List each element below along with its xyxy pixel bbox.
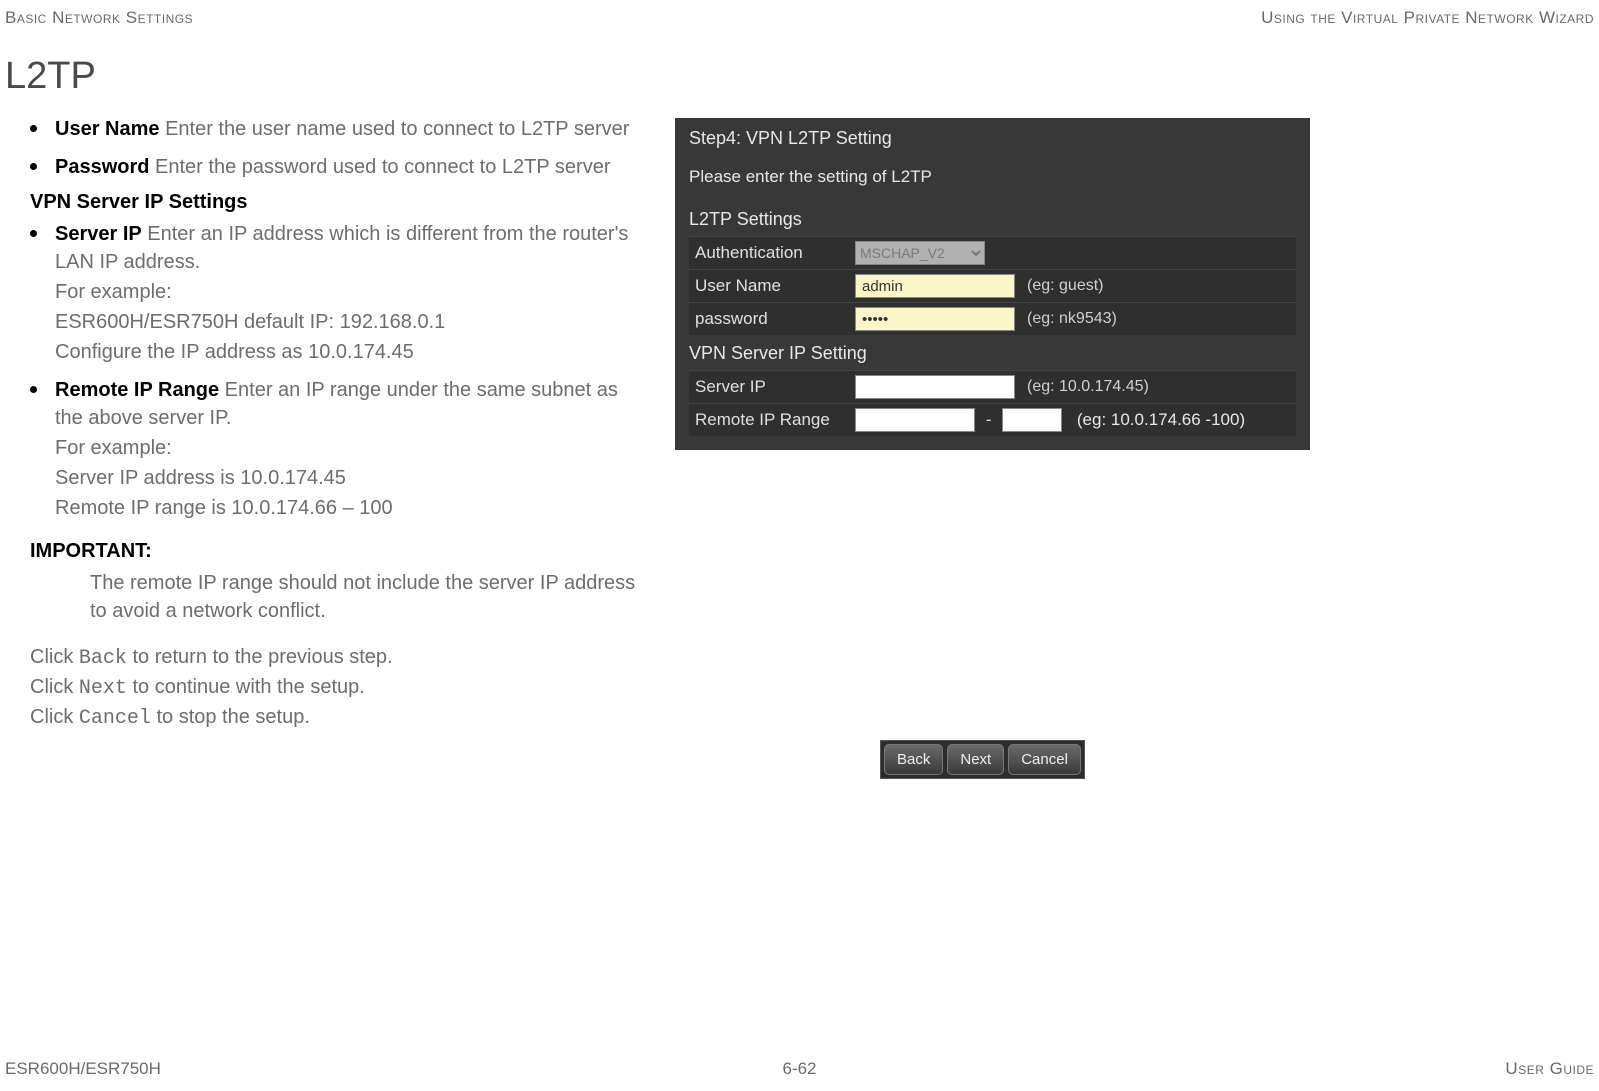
bullet-remote-ip-range: Remote IP Range Enter an IP range under …: [55, 376, 640, 522]
footer-guide-label: User Guide: [1505, 1059, 1594, 1079]
serverip-hint: (eg: 10.0.174.45): [1021, 371, 1296, 404]
bullet-password: Password Enter the password used to conn…: [55, 153, 640, 181]
section-title: L2TP: [5, 55, 96, 98]
back-button[interactable]: Back: [884, 744, 943, 775]
vpn-server-ip-group: VPN Server IP Setting: [689, 343, 1296, 364]
auth-hint: [1021, 237, 1296, 270]
password-term: Password: [55, 156, 149, 178]
l2tp-settings-group: L2TP Settings: [689, 209, 1296, 230]
important-label: IMPORTANT:: [30, 540, 640, 563]
username-input[interactable]: [855, 274, 1015, 298]
cancel-button[interactable]: Cancel: [1008, 744, 1081, 775]
range-example-3: Remote IP range is 10.0.174.66 – 100: [55, 494, 640, 522]
click-back-code: Back: [79, 647, 127, 670]
range-end-input[interactable]: [1002, 408, 1062, 432]
click-cancel-post: to stop the setup.: [151, 706, 310, 728]
password-desc: Enter the password used to connect to L2…: [149, 156, 610, 178]
content-left-column: User Name Enter the user name used to co…: [30, 115, 640, 733]
bullet-serverip: Server IP Enter an IP address which is d…: [55, 220, 640, 366]
bullet-username: User Name Enter the user name used to co…: [55, 115, 640, 143]
vpn-server-ip-settings-heading: VPN Server IP Settings: [30, 191, 640, 214]
username-label: User Name: [689, 270, 849, 303]
range-dash: -: [980, 410, 998, 429]
serverip-example-3: Configure the IP address as 10.0.174.45: [55, 338, 640, 366]
l2tp-settings-table: Authentication MSCHAP_V2 User Name (eg: …: [689, 236, 1296, 335]
click-next-post: to continue with the setup.: [127, 676, 365, 698]
click-back-post: to return to the previous step.: [127, 646, 393, 668]
range-example-2: Server IP address is 10.0.174.45: [55, 464, 640, 492]
range-term: Remote IP Range: [55, 379, 219, 401]
header-right: Using the Virtual Private Network Wizard: [1261, 8, 1594, 28]
serverip-term: Server IP: [55, 223, 142, 245]
footer-page-number: 6-62: [782, 1059, 816, 1079]
wizard-step-title: Step4: VPN L2TP Setting: [689, 128, 1296, 149]
serverip-example-2: ESR600H/ESR750H default IP: 192.168.0.1: [55, 308, 640, 336]
vpn-server-ip-table: Server IP (eg: 10.0.174.45) Remote IP Ra…: [689, 370, 1296, 436]
auth-label: Authentication: [689, 237, 849, 270]
click-next-code: Next: [79, 677, 127, 700]
click-cancel-pre: Click: [30, 706, 79, 728]
range-label: Remote IP Range: [689, 404, 849, 437]
next-button[interactable]: Next: [947, 744, 1004, 775]
password-hint: (eg: nk9543): [1021, 303, 1296, 336]
username-hint: (eg: guest): [1021, 270, 1296, 303]
wizard-screenshot-panel: Step4: VPN L2TP Setting Please enter the…: [675, 118, 1310, 450]
username-desc: Enter the user name used to connect to L…: [160, 118, 630, 140]
range-hint: (eg: 10.0.174.66 -100): [1077, 410, 1245, 429]
serverip-desc: Enter an IP address which is different f…: [55, 223, 628, 273]
auth-select[interactable]: MSCHAP_V2: [855, 241, 985, 265]
password-label: password: [689, 303, 849, 336]
wizard-nav-buttons: Back Next Cancel: [880, 740, 1085, 779]
password-input[interactable]: [855, 307, 1015, 331]
click-next-pre: Click: [30, 676, 79, 698]
wizard-step-subtitle: Please enter the setting of L2TP: [689, 167, 1296, 187]
footer-model: ESR600H/ESR750H: [5, 1059, 161, 1079]
serverip-example-1: For example:: [55, 278, 640, 306]
header-left: Basic Network Settings: [5, 8, 193, 28]
click-back-pre: Click: [30, 646, 79, 668]
serverip-input[interactable]: [855, 375, 1015, 399]
click-instructions: Click Back to return to the previous ste…: [30, 643, 640, 733]
range-start-input[interactable]: [855, 408, 975, 432]
click-cancel-code: Cancel: [79, 707, 151, 730]
important-text: The remote IP range should not include t…: [30, 569, 640, 625]
username-term: User Name: [55, 118, 160, 140]
range-example-1: For example:: [55, 434, 640, 462]
serverip-label: Server IP: [689, 371, 849, 404]
